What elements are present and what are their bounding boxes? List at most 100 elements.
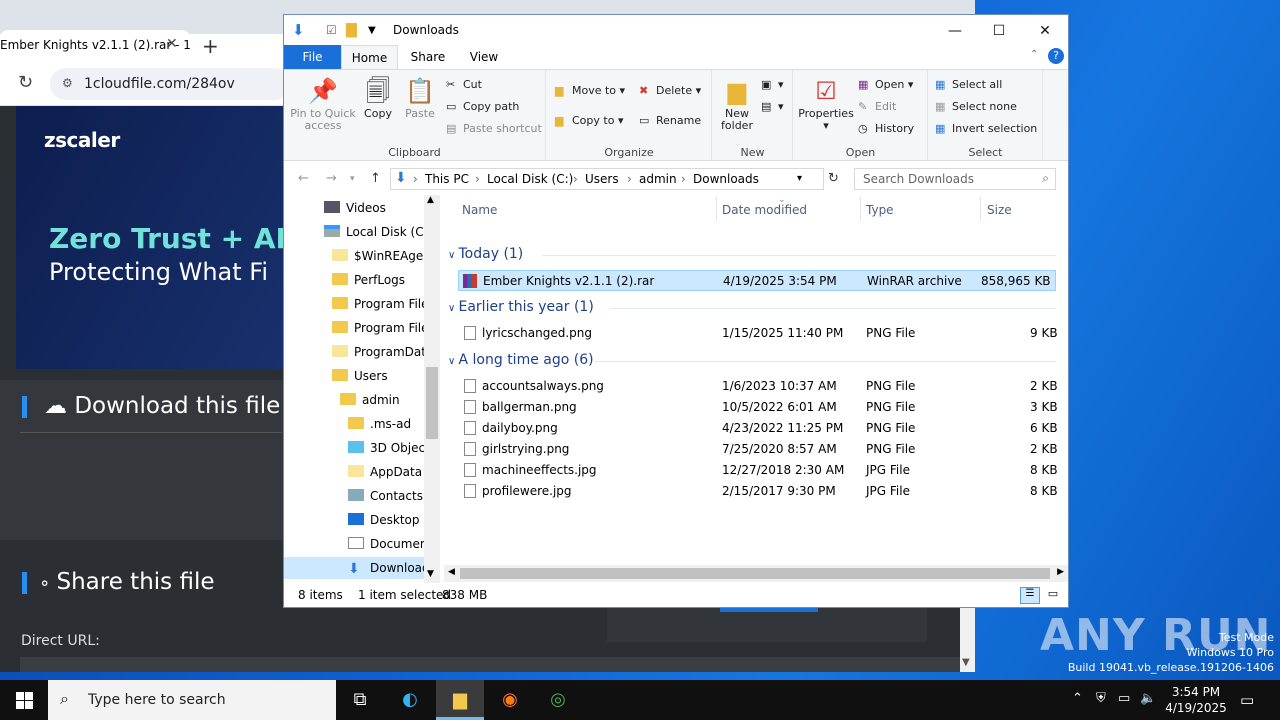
large-icons-view-icon[interactable]: ▭ [1044, 587, 1062, 604]
file-row[interactable]: ballgerman.png 10/5/2022 6:01 AM PNG File 3… [458, 397, 1058, 418]
nav-item-perflogs[interactable]: PerfLogs [332, 269, 405, 291]
copy-button[interactable]: 🗐 Copy [360, 76, 396, 120]
nav-item-local-disk[interactable]: Local Disk (C:) [324, 221, 432, 243]
recent-locations-icon[interactable]: ▾ [350, 174, 355, 184]
select-none-button[interactable]: ▦ Select none [935, 100, 1017, 113]
nav-item-program-files[interactable]: Program Files [332, 293, 435, 315]
back-icon[interactable]: ← [298, 171, 309, 186]
forward-icon[interactable]: → [326, 171, 337, 186]
qat-dropdown-icon[interactable]: ▼ [368, 25, 376, 36]
paste-shortcut-button[interactable]: ▤ Paste shortcut [446, 122, 542, 135]
nav-item-winreagent[interactable]: $WinREAgent [332, 245, 436, 267]
file-row[interactable]: Ember Knights v2.1.1 (2).rar 4/19/2025 3:… [458, 270, 1056, 291]
nav-item-users[interactable]: Users [332, 365, 388, 387]
clock[interactable]: 3:54 PM 4/19/2025 [1156, 684, 1236, 716]
edge-icon[interactable]: ◐ [386, 680, 434, 720]
nav-item-program-files-x86[interactable]: Program Files [332, 317, 435, 339]
group-header-today[interactable]: ∨ Today (1) [448, 246, 523, 262]
title-bar[interactable]: ⬇ ☑ ▇ ▼ Downloads — ☐ ✕ [284, 15, 1068, 45]
file-explorer-taskbar-icon[interactable]: ▆ [436, 680, 484, 720]
nav-item-programdata[interactable]: ProgramData [332, 341, 433, 363]
close-tab-icon[interactable]: ✕ [166, 36, 178, 52]
details-view-icon[interactable]: ☰ [1020, 587, 1040, 604]
new-folder-qat-icon[interactable]: ▇ [346, 22, 357, 38]
properties-qat-icon[interactable]: ☑ [326, 23, 337, 37]
history-button[interactable]: ◷ History [858, 122, 914, 135]
volume-icon[interactable]: 🔈 [1140, 691, 1156, 706]
scroll-left-icon[interactable]: ◀ [448, 567, 455, 577]
file-row[interactable]: machineeffects.jpg 12/27/2018 2:30 AM JPG … [458, 460, 1058, 481]
up-icon[interactable]: ↑ [370, 171, 381, 186]
minimize-button[interactable]: — [932, 17, 978, 45]
close-button[interactable]: ✕ [1022, 17, 1068, 45]
edit-button[interactable]: ✎ Edit [858, 100, 896, 113]
group-header-earlier-this-year[interactable]: ∨ Earlier this year (1) [448, 299, 594, 315]
paste-button[interactable]: 📋 Paste [402, 76, 438, 120]
copy-path-button[interactable]: ▭ Copy path [446, 100, 519, 113]
new-tab-button[interactable]: + [202, 34, 219, 58]
column-size[interactable]: Size [987, 203, 1012, 229]
group-header-long-time-ago[interactable]: ∨ A long time ago (6) [448, 352, 594, 368]
nav-item-videos[interactable]: Videos [324, 197, 386, 219]
start-button[interactable] [0, 680, 48, 720]
scroll-down-icon[interactable]: ▼ [427, 569, 434, 579]
file-row[interactable]: profilewere.jpg 2/15/2017 9:30 PM JPG File… [458, 481, 1058, 502]
browser-tab[interactable]: Ember Knights v2.1.1 (2).rar - 1Cl [0, 30, 190, 62]
nav-item-ms-ad[interactable]: .ms-ad [348, 413, 411, 435]
crumb-admin[interactable]: admin [639, 172, 677, 186]
address-dropdown-icon[interactable]: ▾ [797, 173, 802, 184]
file-row[interactable]: girlstrying.png 7/25/2020 8:57 AM PNG File… [458, 439, 1058, 460]
address-field[interactable]: ⬇ › This PC › Local Disk (C:) › Users › … [390, 168, 824, 190]
rename-button[interactable]: ▭ Rename [639, 114, 701, 127]
notifications-icon[interactable]: ▭ [1240, 691, 1254, 709]
tab-share[interactable]: Share [406, 45, 450, 69]
network-icon[interactable]: ▭ [1118, 691, 1130, 706]
direct-url-field[interactable] [20, 657, 960, 672]
tab-home[interactable]: Home [341, 45, 398, 69]
crumb-users[interactable]: Users [585, 172, 619, 186]
firefox-icon[interactable]: ◉ [486, 680, 534, 720]
easy-access-button[interactable]: ▤ ▾ [761, 100, 784, 113]
nav-item-desktop[interactable]: Desktop [348, 509, 420, 531]
reload-icon[interactable]: ↻ [18, 72, 33, 93]
nav-item-appdata[interactable]: AppData [348, 461, 422, 483]
tab-view[interactable]: View [462, 45, 506, 69]
new-item-button[interactable]: ▣ ▾ [761, 78, 784, 91]
site-info-icon[interactable]: ⚙ [62, 76, 73, 90]
security-icon[interactable]: ⛨ [1096, 691, 1106, 706]
nav-item-downloads[interactable]: ⬇ Downloads [284, 557, 436, 579]
copy-to-button[interactable]: ▆ Copy to ▾ [555, 114, 623, 127]
scroll-up-icon[interactable]: ▲ [427, 195, 434, 205]
cut-button[interactable]: ✂ Cut [446, 78, 482, 91]
file-row[interactable]: lyricschanged.png 1/15/2025 11:40 PM PNG F… [458, 323, 1058, 344]
open-button[interactable]: ▦ Open ▾ [858, 78, 913, 91]
nav-item-contacts[interactable]: Contacts [348, 485, 423, 507]
crumb-downloads[interactable]: Downloads [693, 172, 759, 186]
crumb-local-disk[interactable]: Local Disk (C:) [487, 172, 573, 186]
delete-button[interactable]: ✖ Delete ▾ [639, 84, 701, 97]
task-view-icon[interactable]: ⧉ [336, 680, 384, 720]
move-to-button[interactable]: ▆ Move to ▾ [555, 84, 625, 97]
invert-selection-button[interactable]: ▦ Invert selection [935, 122, 1037, 135]
crumb-this-pc[interactable]: This PC [425, 172, 469, 186]
nav-item-admin[interactable]: admin [340, 389, 400, 411]
nav-scroll-thumb[interactable] [426, 367, 438, 439]
file-row[interactable]: dailyboy.png 4/23/2022 11:25 PM PNG File 6 … [458, 418, 1058, 439]
scroll-down-icon[interactable]: ▼ [962, 657, 970, 668]
help-icon[interactable]: ? [1048, 48, 1064, 64]
show-hidden-icons-icon[interactable]: ⌃ [1072, 691, 1083, 706]
horizontal-scroll-thumb[interactable] [460, 568, 1050, 579]
taskbar-search[interactable]: ⌕ Type here to search [48, 680, 336, 720]
properties-button[interactable]: ☑ Properties ▾ [798, 76, 854, 132]
column-date-modified[interactable]: Date modified [722, 203, 807, 229]
scroll-right-icon[interactable]: ▶ [1057, 567, 1064, 577]
column-divider[interactable] [716, 197, 717, 221]
column-type[interactable]: Type [866, 203, 894, 229]
refresh-icon[interactable]: ↻ [828, 171, 839, 186]
column-name[interactable]: Name [462, 203, 497, 229]
column-divider[interactable] [980, 197, 981, 221]
new-folder-button[interactable]: ▆ New folder [717, 76, 757, 132]
pin-quick-access-button[interactable]: 📌 Pin to Quick access [288, 76, 358, 132]
search-input[interactable]: Search Downloads ⌕ [854, 168, 1056, 190]
nav-item-3d-objects[interactable]: 3D Objects [348, 437, 436, 459]
